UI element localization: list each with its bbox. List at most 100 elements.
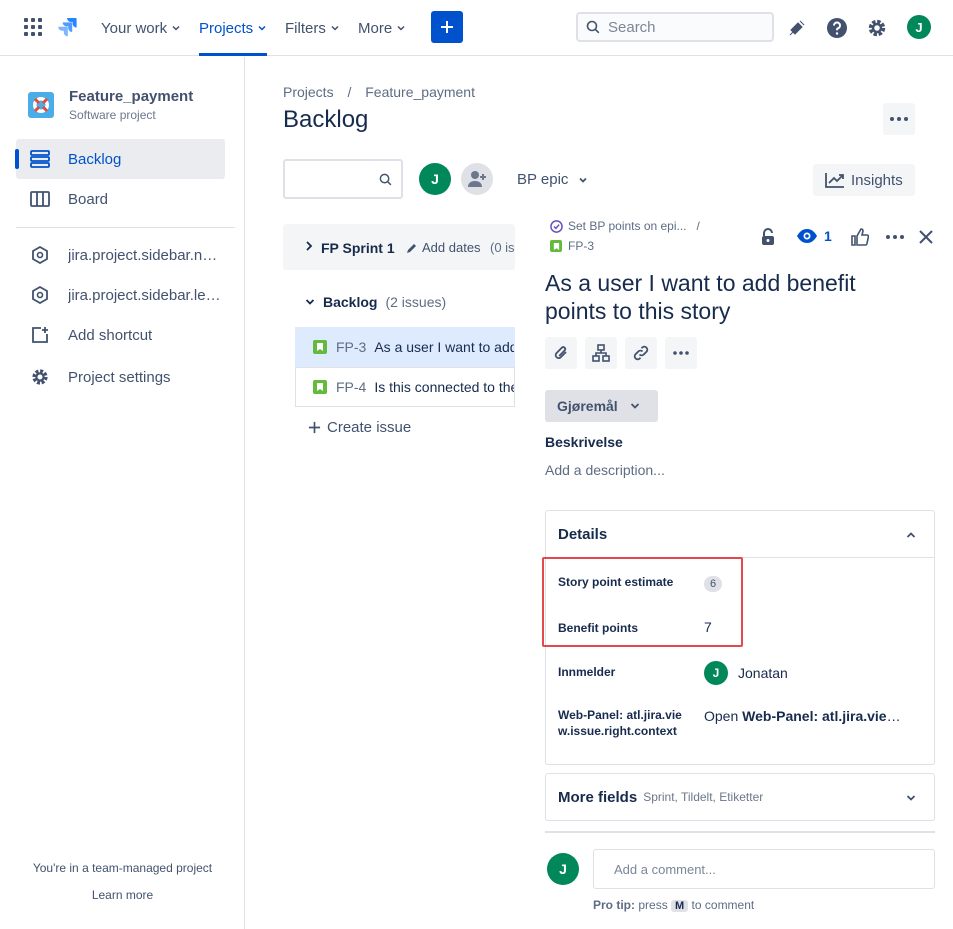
more-horizontal-icon[interactable] [886,235,904,239]
chevron-down-icon [172,25,180,31]
epic-filter-dropdown[interactable]: BP epic [517,171,588,188]
issue-key-label: FP-3 [568,239,595,253]
top-navigation: Your work Projects Filters More Search J [0,0,953,56]
pro-tip-rest: to comment [691,898,755,912]
hierarchy-icon [592,344,610,362]
search-placeholder: Search [608,18,656,36]
web-panel-label: Web-Panel: atl.jira.view.issue.right.con… [558,708,682,738]
reporter-avatar-initial: J [712,666,720,680]
sidebar-item-add-shortcut[interactable]: Add shortcut [16,315,225,355]
issue-key[interactable]: FP-3 [336,339,366,355]
app-switcher-icon[interactable] [24,18,42,36]
backlog-issue-count: (2 issues) [385,294,447,310]
insights-label: Insights [851,171,903,189]
close-icon[interactable] [918,229,934,245]
chevron-up-icon [906,532,916,538]
comment-input[interactable]: Add a comment... [593,849,935,889]
hexagon-icon [28,243,52,267]
link-issue-button[interactable] [625,337,657,369]
backlog-issue-row[interactable]: FP-4 Is this connected to the epic [295,367,515,407]
backlog-search-input[interactable] [283,159,403,199]
settings-gear-icon[interactable] [865,16,889,40]
paperclip-icon [554,346,567,359]
attach-button[interactable] [545,337,577,369]
more-horizontal-icon [890,117,908,121]
parent-epic-label: Set BP points on epi... [568,219,687,233]
description-heading: Beskrivelse [545,434,623,450]
notifications-icon[interactable] [785,16,809,40]
reporter-label: Innmelder [558,665,616,679]
more-actions-button[interactable] [665,337,697,369]
breadcrumb-projects[interactable]: Projects [283,84,334,100]
breadcrumb-project[interactable]: Feature_payment [365,84,475,100]
parent-epic-link[interactable]: Set BP points on epi... / [550,219,700,233]
user-avatar[interactable]: J [907,15,931,39]
pro-tip: Pro tip: press M to comment [593,898,754,912]
user-avatar-initial: J [915,19,923,35]
watch-button[interactable]: 1 [796,228,832,244]
nav-projects[interactable]: Projects [199,0,268,56]
details-header[interactable]: Details [546,511,934,558]
chevron-down-icon [579,177,588,183]
story-icon [313,380,327,394]
chevron-right-icon[interactable] [305,241,313,251]
pro-tip-label: Pro tip: [593,898,635,912]
more-fields-hint: Sprint, Tildelt, Etiketter [643,790,764,804]
learn-more-link[interactable]: Learn more [0,888,245,902]
nav-your-work[interactable]: Your work [101,0,181,56]
insights-button[interactable]: Insights [813,164,915,196]
status-label: Gjøremål [557,398,618,414]
add-dates-button[interactable]: Add dates [406,240,481,255]
hexagon-icon [28,283,52,307]
child-issue-button[interactable] [585,337,617,369]
like-icon[interactable] [851,228,869,246]
sidebar-item-project-settings-label: Project settings [68,368,171,386]
pro-tip-press: press [638,898,668,912]
link-icon [633,345,649,361]
sidebar-item-backlog[interactable]: Backlog [15,139,225,179]
create-button[interactable] [431,11,463,43]
epic-icon [550,219,563,233]
web-panel-link[interactable]: Open Web-Panel: atl.jira.view.issue.righ… [704,708,904,724]
issue-key-link[interactable]: FP-3 [550,239,594,253]
team-managed-note: You're in a team-managed project [32,861,213,875]
eye-icon [797,229,817,243]
status-dropdown[interactable]: Gjøremål [545,390,658,422]
help-icon[interactable] [825,16,849,40]
nav-more-label: More [358,19,393,37]
issue-title[interactable]: As a user I want to add benefit points t… [545,269,915,325]
web-panel-value: Web-Panel: atl.jira.view.issue.right.con… [742,708,904,724]
search-input[interactable]: Search [576,12,774,42]
sidebar-item-apps-2[interactable]: jira.project.sidebar.legacy.apps [16,275,225,315]
chevron-down-icon [906,795,916,801]
plus-icon [308,421,321,434]
add-people-button[interactable] [461,163,493,195]
assignee-filter-avatar[interactable]: J [419,163,451,195]
watcher-count: 1 [824,228,832,244]
issue-summary: As a user I want to add benefit points t… [374,339,514,355]
nav-more[interactable]: More [358,0,406,56]
reporter-name: Jonatan [738,665,788,681]
commenter-avatar: J [547,853,579,885]
reporter-field[interactable]: J Jonatan [704,661,788,685]
comment-placeholder: Add a comment... [614,861,716,877]
sidebar-item-apps-2-label: jira.project.sidebar.legacy.apps [68,286,223,304]
sidebar-item-project-settings[interactable]: Project settings [16,357,225,397]
backlog-section-header[interactable]: Backlog (2 issues) [305,294,446,310]
page-title: Backlog [283,106,369,133]
nav-filters[interactable]: Filters [285,0,340,56]
lock-icon[interactable] [760,228,776,246]
sidebar-item-board[interactable]: Board [16,179,225,219]
description-field[interactable]: Add a description... [545,462,665,478]
settings-gear-icon [28,365,52,389]
more-fields-section[interactable]: More fields Sprint, Tildelt, Etiketter [545,773,935,821]
issue-key[interactable]: FP-4 [336,379,366,395]
project-name: Feature_payment [69,88,194,105]
page-more-button[interactable] [883,103,915,135]
create-issue-button[interactable]: Create issue [308,419,411,436]
jira-logo-icon[interactable] [56,16,78,38]
nav-your-work-label: Your work [101,19,168,37]
sidebar-item-apps-1[interactable]: jira.project.sidebar.navigation.apps [16,235,225,275]
backlog-issue-row[interactable]: FP-3 As a user I want to add benefit poi… [295,327,515,367]
project-type: Software project [69,108,156,122]
